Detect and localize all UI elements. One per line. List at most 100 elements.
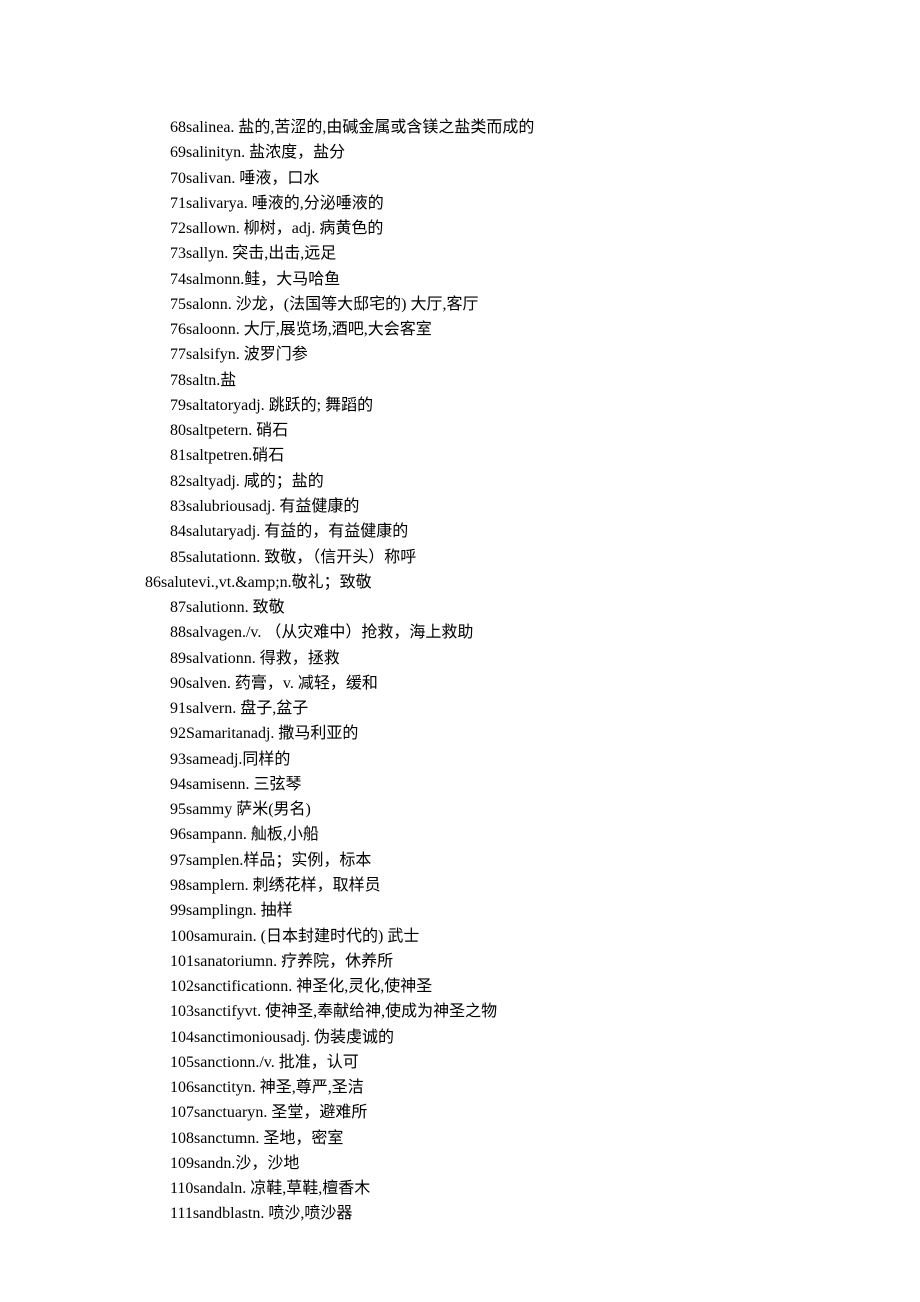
entry-number: 94 bbox=[170, 776, 186, 793]
entry-number: 83 bbox=[170, 498, 186, 515]
entry-number: 102 bbox=[170, 978, 194, 995]
entry-number: 91 bbox=[170, 700, 186, 717]
vocabulary-entry: 94samisenn. 三弦琴 bbox=[0, 772, 920, 797]
entry-word: saltatory bbox=[186, 397, 241, 414]
entry-definition: n. 大厅,展览场,酒吧,大会客室 bbox=[228, 321, 432, 338]
entry-number: 71 bbox=[170, 195, 186, 212]
vocabulary-entry: 77salsifyn. 波罗门参 bbox=[0, 342, 920, 367]
entry-word: sandblast bbox=[193, 1205, 253, 1222]
vocabulary-entry: 70salivan. 唾液，口水 bbox=[0, 166, 920, 191]
vocabulary-entry: 91salvern. 盘子,盆子 bbox=[0, 696, 920, 721]
entry-word: salmon bbox=[186, 271, 232, 288]
entry-number: 93 bbox=[170, 751, 186, 768]
vocabulary-entry: 75salonn. 沙龙，(法国等大邸宅的) 大厅,客厅 bbox=[0, 292, 920, 317]
vocabulary-entry: 100samurain. (日本封建时代的) 武士 bbox=[0, 924, 920, 949]
entry-word: sample bbox=[186, 852, 231, 869]
entry-definition: n. 柳树，adj. 病黄色的 bbox=[228, 220, 384, 237]
entry-definition: n./v. 批准，认可 bbox=[247, 1054, 358, 1071]
vocabulary-entry: 102sanctificationn. 神圣化,灵化,使神圣 bbox=[0, 974, 920, 999]
entry-word: salutary bbox=[186, 523, 237, 540]
entry-word: salon bbox=[186, 296, 220, 313]
vocabulary-entry: 89salvationn. 得救，拯救 bbox=[0, 646, 920, 671]
entry-definition: n. 沙龙，(法国等大邸宅的) 大厅,客厅 bbox=[220, 296, 479, 313]
entry-number: 107 bbox=[170, 1104, 194, 1121]
entry-word: sallow bbox=[186, 220, 228, 237]
entry-definition: a. 盐的,苦涩的,由碱金属或含镁之盐类而成的 bbox=[223, 119, 534, 136]
entry-word: saliva bbox=[186, 170, 223, 187]
entry-word: sanatorium bbox=[194, 953, 265, 970]
entry-definition: n. 圣地，密室 bbox=[247, 1130, 343, 1147]
vocabulary-entry: 95sammy 萨米(男名) bbox=[0, 797, 920, 822]
vocabulary-list: 68salinea. 盐的,苦涩的,由碱金属或含镁之盐类而成的69salinit… bbox=[0, 0, 920, 1227]
entry-definition: adj. 有益的，有益健康的 bbox=[237, 523, 409, 540]
entry-definition: vt. 使神圣,奉献给神,使成为神圣之物 bbox=[245, 1003, 497, 1020]
vocabulary-entry: 108sanctumn. 圣地，密室 bbox=[0, 1126, 920, 1151]
entry-word: sanctification bbox=[194, 978, 280, 995]
entry-definition: n. 唾液，口水 bbox=[223, 170, 319, 187]
entry-word: sampling bbox=[186, 902, 245, 919]
entry-number: 68 bbox=[170, 119, 186, 136]
vocabulary-entry: 107sanctuaryn. 圣堂，避难所 bbox=[0, 1100, 920, 1125]
entry-word: salve bbox=[186, 675, 219, 692]
entry-word: salute bbox=[161, 574, 198, 591]
entry-number: 85 bbox=[170, 549, 186, 566]
entry-word: salver bbox=[186, 700, 224, 717]
vocabulary-entry: 109sandn.沙，沙地 bbox=[0, 1151, 920, 1176]
entry-word: sanctum bbox=[194, 1130, 247, 1147]
entry-word: sandal bbox=[193, 1180, 234, 1197]
vocabulary-entry: 83salubriousadj. 有益健康的 bbox=[0, 494, 920, 519]
entry-number: 101 bbox=[170, 953, 194, 970]
entry-number: 109 bbox=[170, 1155, 194, 1172]
entry-number: 88 bbox=[170, 624, 186, 641]
vocabulary-entry: 85salutationn. 致敬，（信开头）称呼 bbox=[0, 545, 920, 570]
entry-definition: n.盐 bbox=[208, 372, 236, 389]
entry-number: 89 bbox=[170, 650, 186, 667]
entry-definition: n. 波罗门参 bbox=[228, 346, 308, 363]
entry-definition: n. 药膏，v. 减轻，缓和 bbox=[219, 675, 378, 692]
vocabulary-entry: 97samplen.样品；实例，标本 bbox=[0, 848, 920, 873]
entry-definition: n. (日本封建时代的) 武士 bbox=[245, 928, 420, 945]
entry-definition: n. 喷沙,喷沙器 bbox=[252, 1205, 352, 1222]
entry-definition: n. 抽样 bbox=[245, 902, 293, 919]
vocabulary-entry: 106sanctityn. 神圣,尊严,圣洁 bbox=[0, 1075, 920, 1100]
entry-word: salubrious bbox=[186, 498, 252, 515]
vocabulary-entry: 110sandaln. 凉鞋,草鞋,檀香木 bbox=[0, 1176, 920, 1201]
vocabulary-entry: 90salven. 药膏，v. 减轻，缓和 bbox=[0, 671, 920, 696]
entry-number: 84 bbox=[170, 523, 186, 540]
entry-definition: adj. 伪装虔诚的 bbox=[286, 1029, 394, 1046]
entry-number: 87 bbox=[170, 599, 186, 616]
entry-number: 72 bbox=[170, 220, 186, 237]
entry-number: 104 bbox=[170, 1029, 194, 1046]
entry-definition: n.鲑，大马哈鱼 bbox=[232, 271, 340, 288]
vocabulary-entry: 93sameadj.同样的 bbox=[0, 747, 920, 772]
entry-word: salivary bbox=[186, 195, 237, 212]
vocabulary-entry: 84salutaryadj. 有益的，有益健康的 bbox=[0, 519, 920, 544]
entry-number: 111 bbox=[170, 1205, 193, 1222]
vocabulary-entry: 111sandblastn. 喷沙,喷沙器 bbox=[0, 1201, 920, 1226]
entry-number: 73 bbox=[170, 245, 186, 262]
entry-number: 95 bbox=[170, 801, 186, 818]
entry-definition: n. 突击,出击,远足 bbox=[216, 245, 336, 262]
entry-number: 100 bbox=[170, 928, 194, 945]
entry-definition: n. 盐浓度，盐分 bbox=[233, 144, 345, 161]
entry-number: 79 bbox=[170, 397, 186, 414]
entry-definition: n. 神圣化,灵化,使神圣 bbox=[280, 978, 432, 995]
entry-word: saloon bbox=[186, 321, 228, 338]
entry-word: samisen bbox=[186, 776, 238, 793]
entry-word: saltpetre bbox=[186, 447, 240, 464]
entry-number: 92 bbox=[170, 725, 186, 742]
entry-definition: adj. 撒马利亚的 bbox=[251, 725, 359, 742]
vocabulary-entry: 105sanctionn./v. 批准，认可 bbox=[0, 1050, 920, 1075]
vocabulary-entry: 71salivarya. 唾液的,分泌唾液的 bbox=[0, 191, 920, 216]
entry-definition: n. 硝石 bbox=[240, 422, 288, 439]
vocabulary-entry: 92Samaritanadj. 撒马利亚的 bbox=[0, 721, 920, 746]
entry-word: sammy bbox=[186, 801, 232, 818]
entry-definition: n. 凉鞋,草鞋,檀香木 bbox=[234, 1180, 370, 1197]
entry-number: 105 bbox=[170, 1054, 194, 1071]
entry-word: salvation bbox=[186, 650, 244, 667]
entry-number: 86 bbox=[145, 574, 161, 591]
entry-definition: adj. 跳跃的; 舞蹈的 bbox=[241, 397, 373, 414]
entry-definition: n. 致敬，（信开头）称呼 bbox=[248, 549, 416, 566]
entry-word: salty bbox=[186, 473, 216, 490]
vocabulary-entry: 99samplingn. 抽样 bbox=[0, 898, 920, 923]
